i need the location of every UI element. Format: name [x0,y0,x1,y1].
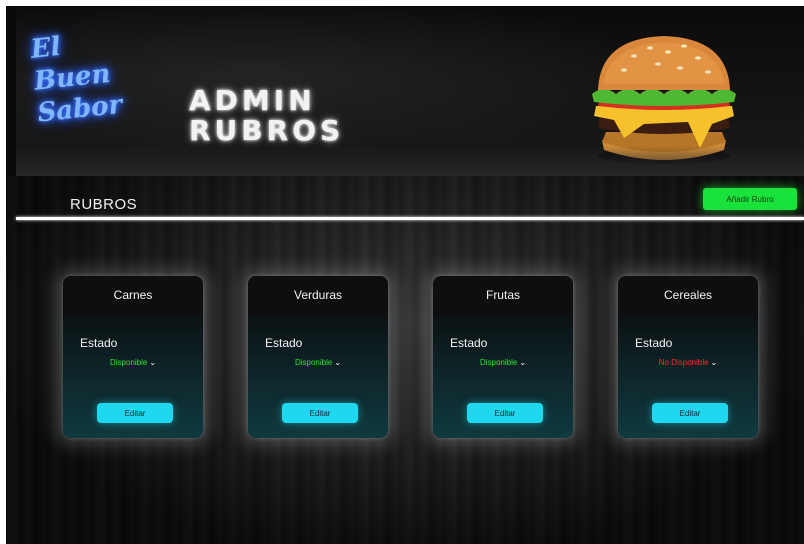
rubro-card-carnes: Carnes Estado Disponible ⌄ Editar [63,276,203,438]
edit-button[interactable]: Editar [97,403,173,423]
estado-label: Estado [80,336,118,350]
estado-value: Disponible [109,358,148,367]
estado-select[interactable]: Disponible ⌄ [433,358,573,367]
estado-select[interactable]: Disponible ⌄ [248,358,388,367]
estado-select[interactable]: No Disponible ⌄ [618,358,758,367]
estado-label: Estado [265,336,303,350]
logo-text: El Buen Sabor [29,31,124,129]
estado-value: No Disponible [658,358,709,367]
estado-value: Disponible [479,358,518,367]
page-title-line2: RUBROS [189,114,345,147]
chevron-down-icon: ⌄ [710,358,718,367]
edit-button[interactable]: Editar [652,403,728,423]
brand-logo: El Buen Sabor [29,23,148,130]
card-title: Cereales [618,276,758,314]
header-banner: El Buen Sabor ADMIN RUBROS [16,6,804,176]
card-title: Carnes [63,276,203,314]
edit-button[interactable]: Editar [282,403,358,423]
chevron-down-icon: ⌄ [149,358,157,367]
edit-button[interactable]: Editar [467,403,543,423]
estado-select[interactable]: Disponible ⌄ [63,358,203,367]
rubro-card-cereales: Cereales Estado No Disponible ⌄ Editar [618,276,758,438]
chevron-down-icon: ⌄ [519,358,527,367]
content-area: RUBROS Añadir Rubro Carnes Estado Dispon… [6,176,804,544]
rubro-card-frutas: Frutas Estado Disponible ⌄ Editar [433,276,573,438]
estado-label: Estado [450,336,488,350]
app-frame: El Buen Sabor ADMIN RUBROS RUBROS Añadir… [6,6,804,544]
estado-label: Estado [635,336,673,350]
header-divider [16,217,804,220]
card-body: Estado Disponible ⌄ Editar [248,314,388,438]
card-body: Estado Disponible ⌄ Editar [63,314,203,438]
card-title: Verduras [248,276,388,314]
estado-value: Disponible [294,358,333,367]
card-title: Frutas [433,276,573,314]
card-body: Estado No Disponible ⌄ Editar [618,314,758,438]
page-title: ADMIN RUBROS [189,86,344,146]
add-rubro-button[interactable]: Añadir Rubro [703,188,797,210]
card-body: Estado Disponible ⌄ Editar [433,314,573,438]
burger-image [592,36,736,164]
rubro-card-verduras: Verduras Estado Disponible ⌄ Editar [248,276,388,438]
page-title-line1: ADMIN [189,84,316,117]
section-title: RUBROS [70,196,138,213]
chevron-down-icon: ⌄ [334,358,342,367]
